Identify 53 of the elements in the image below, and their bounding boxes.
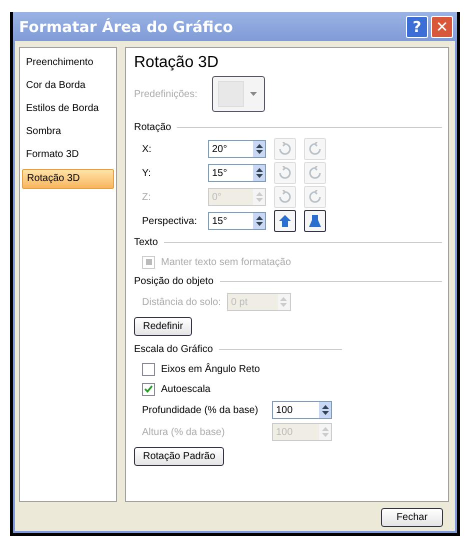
checkbox[interactable] (142, 382, 155, 396)
up-arrow-icon (278, 214, 292, 228)
rotate-left-button[interactable] (274, 162, 296, 184)
rotate-icon (308, 190, 322, 204)
rotate-left-button[interactable] (274, 138, 296, 160)
presets-label: Predefinições: (134, 88, 198, 100)
checkbox-label: Eixos em Ângulo Reto (161, 364, 260, 374)
sidebar-item[interactable]: Preenchimento (22, 54, 114, 72)
rotate-icon (308, 142, 322, 156)
spin-arrows-icon[interactable] (322, 405, 328, 415)
caret-icon (250, 92, 257, 96)
sidebar-item[interactable]: Sombra (22, 123, 114, 141)
trapezoid-arrow-icon (308, 214, 322, 228)
reset-button[interactable]: Redefinir (134, 317, 192, 336)
panel-title: Rotação 3D (134, 54, 220, 72)
section-heading: Escala do Gráfico (134, 344, 213, 355)
increase-perspective-button[interactable] (274, 210, 296, 232)
rotate-right-button[interactable] (304, 162, 326, 184)
sidebar-item[interactable]: Estilos de Borda (22, 100, 114, 118)
default-rotation-button[interactable]: Rotação Padrão (134, 447, 224, 466)
spin-field[interactable]: 15° (208, 164, 266, 182)
axis-label: Z: (142, 192, 152, 202)
spin-field[interactable]: 15° (208, 212, 266, 230)
spin-arrows-icon[interactable] (256, 144, 262, 154)
close-dialog-button[interactable]: Fechar (381, 508, 443, 527)
section-heading: Posição do objeto (134, 276, 214, 287)
axis-label: X: (142, 144, 152, 154)
close-button[interactable]: ✕ (431, 16, 453, 38)
help-button[interactable]: ? (406, 16, 428, 38)
decrease-perspective-button[interactable] (304, 210, 326, 232)
section-heading: Rotação (134, 122, 172, 133)
field-label: Distância do solo: (142, 296, 221, 308)
sidebar-item[interactable]: Rotação 3D (22, 169, 114, 189)
field-label: Altura (% da base) (142, 426, 226, 438)
section-heading: Texto (134, 237, 158, 248)
window-title: Formatar Área do Gráfico (19, 18, 234, 36)
spin-field[interactable]: 100 (272, 401, 332, 419)
sidebar-item[interactable]: Formato 3D (22, 146, 114, 164)
checkbox[interactable] (142, 362, 155, 376)
spin-field[interactable]: 20° (208, 140, 266, 158)
rotate-icon (278, 190, 292, 204)
rotate-icon (278, 166, 292, 180)
spin-arrows-icon[interactable] (256, 168, 262, 178)
rotate-icon (308, 166, 322, 180)
axis-label: Perspectiva: (142, 216, 198, 226)
sidebar-item[interactable]: Cor da Borda (22, 77, 114, 95)
checkbox-label: Autoescala (161, 384, 210, 394)
field-label: Profundidade (% da base) (142, 404, 260, 416)
spin-arrows-icon[interactable] (256, 216, 262, 226)
rotate-right-button[interactable] (304, 138, 326, 160)
checkbox-label: Manter texto sem formatação (161, 256, 292, 268)
rotate-icon (278, 142, 292, 156)
axis-label: Y: (142, 168, 152, 178)
